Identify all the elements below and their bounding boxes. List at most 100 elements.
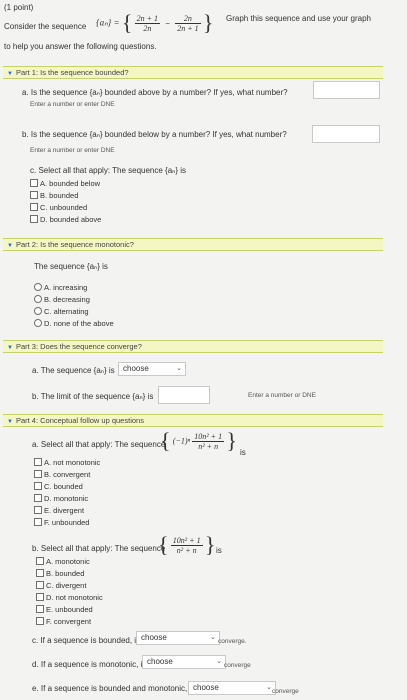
alternating-factor: (−1)ⁿ — [172, 436, 191, 446]
part4a-option-f[interactable]: F. unbounded — [34, 518, 89, 527]
fraction-denominator: n² + n — [198, 441, 219, 451]
part3-converge-select[interactable]: choose ⌄ — [118, 362, 186, 376]
option-label: D. monotonic — [44, 494, 89, 503]
part2-header[interactable]: ▼ Part 2: Is the sequence monotonic? — [3, 238, 383, 251]
checkbox-icon[interactable] — [36, 605, 44, 613]
part2-option-d[interactable]: D. none of the above — [34, 319, 114, 328]
part2-title: Part 2: Is the sequence monotonic? — [15, 240, 134, 249]
part1-header[interactable]: ▼ Part 1: Is the sequence bounded? — [3, 66, 383, 79]
part4-e-select[interactable]: choose ⌄ — [188, 681, 276, 695]
part4-question-a-suffix: is — [240, 448, 246, 457]
open-brace: { — [121, 10, 133, 35]
open-brace: { — [158, 532, 169, 557]
part3-title: Part 3: Does the sequence converge? — [15, 342, 142, 351]
checkbox-icon[interactable] — [30, 179, 38, 187]
select-value: choose — [141, 633, 167, 642]
fraction-2-denominator: 2n + 1 — [177, 23, 199, 33]
part4a-option-b[interactable]: B. convergent — [34, 470, 90, 479]
part4-c-select[interactable]: choose ⌄ — [136, 631, 220, 645]
option-label: B. convergent — [44, 470, 91, 479]
option-label: A. increasing — [44, 283, 88, 292]
option-label: C. alternating — [44, 307, 89, 316]
part4-question-b-suffix: is — [216, 546, 222, 555]
checkbox-icon[interactable] — [34, 494, 42, 502]
option-label: E. divergent — [44, 506, 85, 515]
checkbox-icon[interactable] — [36, 593, 44, 601]
option-label: F. convergent — [46, 617, 92, 626]
minus-sign: − — [165, 18, 170, 28]
part4-header[interactable]: ▼ Part 4: Conceptual follow up questions — [3, 414, 383, 427]
intro-suffix: to help you answer the following questio… — [4, 42, 157, 51]
part4b-option-f[interactable]: F. convergent — [36, 617, 91, 626]
checkbox-icon[interactable] — [34, 506, 42, 514]
part1-question-b: b. Is the sequence {aₙ} bounded below by… — [22, 130, 287, 139]
checkbox-icon[interactable] — [34, 518, 42, 526]
part3-question-a: a. The sequence {aₙ} is — [32, 366, 115, 375]
part4b-option-e[interactable]: E. unbounded — [36, 605, 93, 614]
collapse-triangle-icon: ▼ — [7, 345, 13, 351]
part4a-option-e[interactable]: E. divergent — [34, 506, 84, 515]
checkbox-icon[interactable] — [30, 215, 38, 223]
part1-question-a: a. Is the sequence {aₙ} bounded above by… — [22, 88, 288, 97]
option-label: C. unbounded — [40, 203, 88, 212]
option-label: B. bounded — [46, 569, 85, 578]
sequence-definition: {aₙ} = { 2n + 1 2n − 2n 2n + 1 } — [96, 10, 213, 40]
part4b-option-c[interactable]: C. divergent — [36, 581, 86, 590]
collapse-triangle-icon: ▼ — [7, 243, 13, 249]
part4b-option-a[interactable]: A. monotonic — [36, 557, 90, 566]
part2-option-b[interactable]: B. decreasing — [34, 295, 90, 304]
close-brace: } — [204, 532, 216, 557]
radio-icon[interactable] — [34, 307, 42, 315]
chevron-down-icon: ⌄ — [216, 658, 222, 665]
option-label: F. unbounded — [44, 518, 90, 527]
checkbox-icon[interactable] — [30, 203, 38, 211]
fraction-2: 2n 2n + 1 — [175, 14, 201, 33]
part4b-option-b[interactable]: B. bounded — [36, 569, 84, 578]
fraction-denominator: n² + n — [176, 545, 197, 555]
part4a-option-d[interactable]: D. monotonic — [34, 494, 88, 503]
checkbox-icon[interactable] — [36, 617, 44, 625]
part2-option-c[interactable]: C. alternating — [34, 307, 89, 316]
fraction-2-numerator: 2n — [175, 14, 201, 24]
part1-answer-b-input[interactable] — [312, 125, 380, 143]
fraction-numerator: 10n² + 1 — [170, 535, 203, 546]
part4a-option-c[interactable]: C. bounded — [34, 482, 83, 491]
part4-question-b-prefix: b. Select all that apply: The sequence — [32, 544, 166, 553]
part2-question: The sequence {aₙ} is — [34, 262, 108, 271]
option-label: D. bounded above — [40, 215, 102, 224]
part4-sequence-b: { 10n² + 1 n² + n } — [158, 532, 215, 564]
part1-option-c[interactable]: C. unbounded — [30, 203, 87, 212]
part4a-option-a[interactable]: A. not monotonic — [34, 458, 100, 467]
part4b-option-d[interactable]: D. not monotonic — [36, 593, 103, 602]
part1-question-c: c. Select all that apply: The sequence {… — [30, 166, 187, 175]
checkbox-icon[interactable] — [36, 557, 44, 565]
option-label: B. bounded — [40, 191, 79, 200]
part4-d-select[interactable]: choose ⌄ — [142, 655, 226, 669]
checkbox-icon[interactable] — [30, 191, 38, 199]
checkbox-icon[interactable] — [34, 470, 42, 478]
checkbox-icon[interactable] — [36, 581, 44, 589]
part4-fraction-b: 10n² + 1 n² + n — [170, 535, 203, 555]
option-label: A. bounded below — [40, 179, 101, 188]
radio-icon[interactable] — [34, 319, 42, 327]
fraction-numerator: 10n² + 1 — [192, 431, 225, 442]
fraction-1-numerator: 2n + 1 — [134, 13, 161, 24]
radio-icon[interactable] — [34, 283, 42, 291]
close-brace: } — [202, 10, 214, 35]
part1-answer-a-input[interactable] — [313, 81, 380, 99]
collapse-triangle-icon: ▼ — [7, 419, 13, 425]
part1-option-d[interactable]: D. bounded above — [30, 215, 101, 224]
part3-header[interactable]: ▼ Part 3: Does the sequence converge? — [3, 340, 383, 353]
part2-option-a[interactable]: A. increasing — [34, 283, 87, 292]
intro-prefix: Consider the sequence — [4, 22, 87, 31]
part1-option-a[interactable]: A. bounded below — [30, 179, 100, 188]
part3-limit-input[interactable] — [158, 386, 210, 404]
checkbox-icon[interactable] — [34, 458, 42, 466]
option-label: C. bounded — [44, 482, 83, 491]
checkbox-icon[interactable] — [36, 569, 44, 577]
part1-option-b[interactable]: B. bounded — [30, 191, 78, 200]
checkbox-icon[interactable] — [34, 482, 42, 490]
part4-question-e: e. If a sequence is bounded and monotoni… — [32, 684, 194, 693]
part1-question-b-hint: Enter a number or enter DNE — [30, 147, 115, 154]
radio-icon[interactable] — [34, 295, 42, 303]
